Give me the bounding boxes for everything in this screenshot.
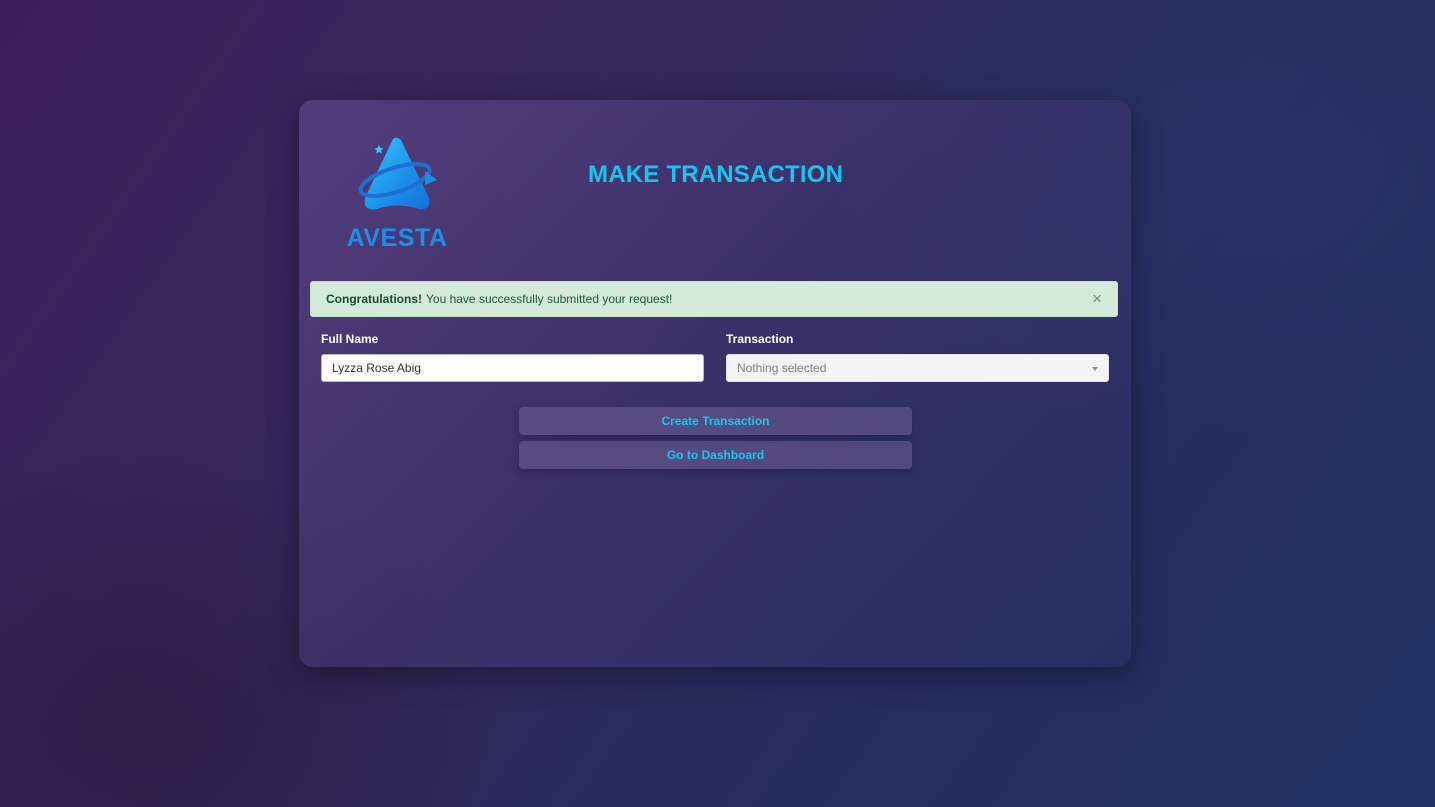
transaction-select-value: Nothing selected xyxy=(737,361,827,375)
success-alert: Congratulations! You have successfully s… xyxy=(310,281,1118,317)
full-name-input[interactable] xyxy=(321,354,704,382)
alert-message: You have successfully submitted your req… xyxy=(426,292,673,306)
go-to-dashboard-button[interactable]: Go to Dashboard xyxy=(519,441,912,469)
brand-name: AVESTA xyxy=(346,224,448,252)
caret-down-icon xyxy=(1092,367,1098,371)
alert-strong: Congratulations! xyxy=(326,292,422,306)
page-title: MAKE TRANSACTION xyxy=(588,161,844,188)
full-name-label: Full Name xyxy=(321,332,379,346)
brand-logo: AVESTA xyxy=(345,136,449,252)
transaction-card: AVESTA MAKE TRANSACTION Congratulations!… xyxy=(299,100,1131,667)
create-transaction-button[interactable]: Create Transaction xyxy=(519,407,912,435)
close-icon[interactable]: × xyxy=(1092,290,1102,308)
transaction-label: Transaction xyxy=(726,332,794,346)
transaction-select[interactable]: Nothing selected xyxy=(726,354,1109,382)
avesta-triangle-logo-icon xyxy=(358,137,437,210)
